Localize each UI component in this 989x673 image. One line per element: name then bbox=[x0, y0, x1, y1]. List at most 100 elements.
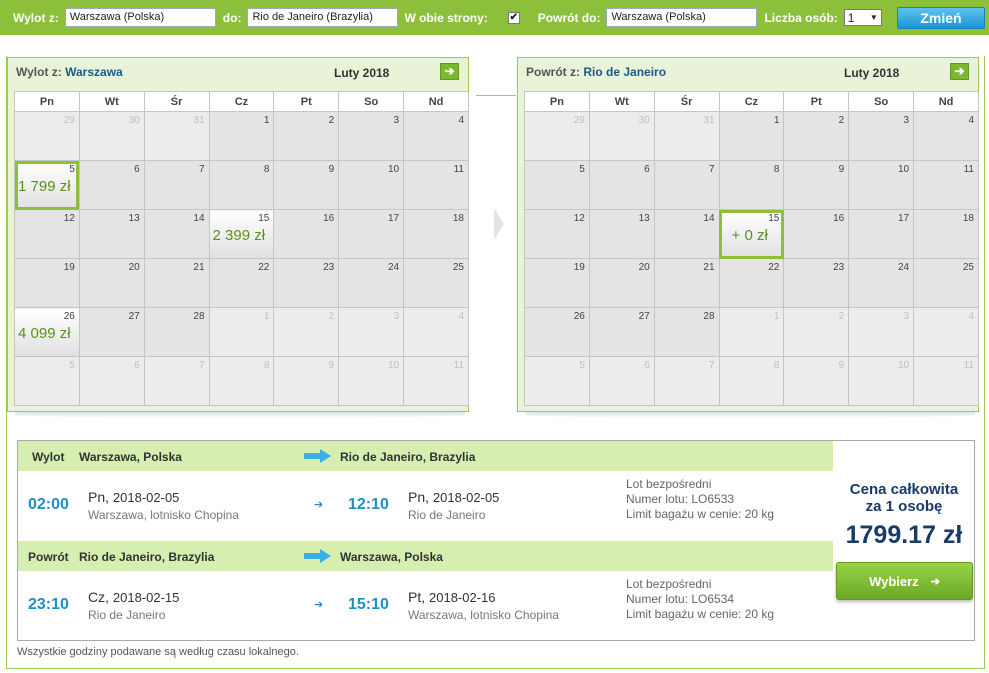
calendar-day[interactable]: 15 + 0 zł bbox=[718, 209, 785, 259]
from-label: Wylot z: bbox=[13, 10, 59, 25]
calendar-day: 29 bbox=[524, 111, 590, 161]
calendar-day[interactable]: 1 bbox=[208, 111, 275, 161]
return-dep-date: 2018-02-15 bbox=[112, 590, 180, 605]
choose-button[interactable]: Wybierz ➔ bbox=[836, 562, 973, 600]
calendar-day[interactable]: 27 bbox=[588, 307, 655, 357]
calendar-day[interactable]: 9 bbox=[783, 160, 850, 210]
calendar-day[interactable]: 17 bbox=[848, 209, 915, 259]
calendar-day[interactable]: 5 1 799 zł bbox=[14, 160, 80, 210]
day-number: 24 bbox=[897, 262, 910, 273]
calendar-day[interactable]: 16 bbox=[273, 209, 340, 259]
calendar-day[interactable]: 10 bbox=[848, 160, 915, 210]
day-number: 4 bbox=[458, 115, 464, 126]
day-number: 5 bbox=[579, 360, 585, 371]
round-trip-checkbox[interactable]: ✔ bbox=[507, 11, 520, 24]
calendar-day[interactable]: 23 bbox=[783, 258, 850, 308]
calendar-day[interactable]: 20 bbox=[78, 258, 145, 308]
outbound-segment: 02:00 Pn, 2018-02-05 Warszawa, lotnisko … bbox=[18, 471, 833, 541]
return-input[interactable]: Warszawa (Polska) bbox=[606, 8, 758, 27]
calendar-day[interactable]: 26 4 099 zł bbox=[14, 307, 80, 357]
calendar-day[interactable]: 3 bbox=[338, 111, 405, 161]
calendar-day[interactable]: 12 bbox=[14, 209, 80, 259]
calendar-day: 5 bbox=[14, 356, 80, 406]
weekday-header: Pn bbox=[524, 91, 590, 112]
calendar-day[interactable]: 6 bbox=[588, 160, 655, 210]
weekday-header: Cz bbox=[208, 91, 275, 112]
calendar-day[interactable]: 25 bbox=[913, 258, 979, 308]
calendar-day[interactable]: 8 bbox=[718, 160, 785, 210]
return-baggage: Limit bagażu w cenie: 20 kg bbox=[626, 607, 775, 621]
calendar-day[interactable]: 13 bbox=[588, 209, 655, 259]
calendar-day[interactable]: 14 bbox=[653, 209, 720, 259]
calendar-day[interactable]: 6 bbox=[78, 160, 145, 210]
calendar-day[interactable]: 23 bbox=[273, 258, 340, 308]
calendar-day[interactable]: 19 bbox=[14, 258, 80, 308]
outbound-next-month-button[interactable]: ➔ bbox=[440, 63, 459, 80]
calendar-day[interactable]: 10 bbox=[338, 160, 405, 210]
calendar-day[interactable]: 8 bbox=[208, 160, 275, 210]
change-button[interactable]: Zmień bbox=[897, 7, 985, 29]
return-month: Luty 2018 bbox=[844, 66, 900, 80]
calendar-day[interactable]: 11 bbox=[403, 160, 469, 210]
calendar-day[interactable]: 16 bbox=[783, 209, 850, 259]
calendar-day[interactable]: 7 bbox=[143, 160, 210, 210]
day-number: 7 bbox=[198, 164, 205, 175]
calendar-day[interactable]: 13 bbox=[78, 209, 145, 259]
calendar-day[interactable]: 4 bbox=[913, 111, 979, 161]
weekday-header: Śr bbox=[143, 91, 210, 112]
calendar-day[interactable]: 5 bbox=[524, 160, 590, 210]
day-number: 22 bbox=[258, 262, 270, 273]
day-number: 23 bbox=[833, 262, 845, 273]
calendar-day[interactable]: 21 bbox=[143, 258, 210, 308]
outbound-calendar-title: Wylot z: Warszawa bbox=[16, 65, 123, 79]
day-number: 1 bbox=[263, 115, 270, 126]
day-number: 27 bbox=[638, 311, 650, 322]
outbound-title-prefix: Wylot z: bbox=[16, 65, 62, 79]
calendar-day[interactable]: 14 bbox=[143, 209, 210, 259]
return-arr-place: Warszawa, lotnisko Chopina bbox=[408, 608, 559, 622]
calendar-day[interactable]: 22 bbox=[718, 258, 785, 308]
calendar-day[interactable]: 28 bbox=[653, 307, 720, 357]
calendar-day: 1 bbox=[208, 307, 275, 357]
to-input[interactable]: Rio de Janeiro (Brazylia) bbox=[247, 8, 399, 27]
calendar-day[interactable]: 7 bbox=[653, 160, 720, 210]
weekday-header: So bbox=[848, 91, 915, 112]
calendar-day[interactable]: 3 bbox=[848, 111, 915, 161]
calendar-day[interactable]: 26 bbox=[524, 307, 590, 357]
day-number: 3 bbox=[903, 115, 910, 126]
day-number: 25 bbox=[452, 262, 464, 273]
calendar-day[interactable]: 19 bbox=[524, 258, 590, 308]
calendar-day[interactable]: 2 bbox=[273, 111, 340, 161]
calendar-day[interactable]: 21 bbox=[653, 258, 720, 308]
calendar-day[interactable]: 15 2 399 zł bbox=[208, 209, 275, 259]
day-number: 22 bbox=[768, 262, 780, 273]
calendar-day: 5 bbox=[524, 356, 590, 406]
calendar-day[interactable]: 18 bbox=[913, 209, 979, 259]
return-calendar: Powrót z: Rio de Janeiro Luty 2018 ➔ Pn W… bbox=[517, 57, 979, 412]
calendar-day[interactable]: 24 bbox=[338, 258, 405, 308]
persons-select[interactable]: 1 ▼ bbox=[843, 9, 882, 26]
calendar-day[interactable]: 18 bbox=[403, 209, 469, 259]
return-next-month-button[interactable]: ➔ bbox=[950, 63, 969, 80]
calendar-day[interactable]: 11 bbox=[913, 160, 979, 210]
calendar-day[interactable]: 24 bbox=[848, 258, 915, 308]
outbound-dep-place: Warszawa, lotnisko Chopina bbox=[88, 508, 239, 522]
calendar-day[interactable]: 1 bbox=[718, 111, 785, 161]
calendar-day[interactable]: 27 bbox=[78, 307, 145, 357]
day-number: 23 bbox=[323, 262, 335, 273]
from-input[interactable]: Warszawa (Polska) bbox=[64, 8, 216, 27]
calendar-day[interactable]: 12 bbox=[524, 209, 590, 259]
calendar-day[interactable]: 2 bbox=[783, 111, 850, 161]
calendar-day: 9 bbox=[273, 356, 340, 406]
calendar-day[interactable]: 25 bbox=[403, 258, 469, 308]
day-number: 9 bbox=[838, 164, 845, 175]
day-number: 31 bbox=[193, 115, 205, 126]
outbound-arr-day: Pn, 2018-02-05 bbox=[408, 489, 499, 505]
calendar-day[interactable]: 22 bbox=[208, 258, 275, 308]
calendar-day[interactable]: 17 bbox=[338, 209, 405, 259]
price-box: Cena całkowita za 1 osobę 1799.17 zł Wyb… bbox=[833, 441, 975, 640]
calendar-day[interactable]: 4 bbox=[403, 111, 469, 161]
calendar-day[interactable]: 20 bbox=[588, 258, 655, 308]
calendar-day[interactable]: 28 bbox=[143, 307, 210, 357]
calendar-day[interactable]: 9 bbox=[273, 160, 340, 210]
